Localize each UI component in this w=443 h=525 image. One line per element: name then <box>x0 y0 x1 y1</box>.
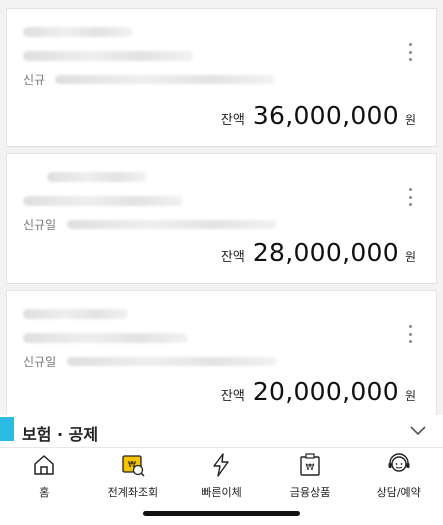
chevron-down-icon[interactable] <box>409 423 427 437</box>
currency-unit: 원 <box>404 250 416 264</box>
all-accounts-icon: ₩ <box>122 455 145 477</box>
currency-unit: 원 <box>404 113 416 127</box>
redacted-open-date <box>67 357 277 366</box>
home-icon <box>34 455 55 475</box>
lightning-icon <box>213 453 230 477</box>
more-options-icon[interactable] <box>402 323 418 345</box>
redacted-account-number <box>23 333 188 343</box>
section-accent-bar <box>0 417 14 441</box>
balance-amount: 20,000,000 <box>252 377 399 406</box>
tab-label: 금융상품 <box>289 486 331 499</box>
balance-label: 잔액 <box>220 389 245 404</box>
redacted-account-name <box>47 172 147 182</box>
redacted-account-name <box>23 27 133 37</box>
balance-row: 잔액 36,000,000 원 <box>221 101 416 130</box>
balance-amount: 36,000,000 <box>252 101 399 130</box>
redacted-open-date <box>67 220 277 229</box>
open-date-label: 신규 <box>23 73 46 87</box>
balance-row: 잔액 28,000,000 원 <box>221 238 416 267</box>
balance-label: 잔액 <box>220 113 245 128</box>
tab-home[interactable]: 홈 <box>0 448 88 525</box>
balance-label: 잔액 <box>220 250 245 265</box>
more-options-icon[interactable] <box>402 41 418 63</box>
tab-label: 홈 <box>39 486 50 499</box>
section-title: 보험 · 공제 <box>22 425 99 444</box>
home-indicator[interactable] <box>143 511 300 516</box>
redacted-account-number <box>23 51 193 61</box>
tab-label: 빠른이체 <box>201 486 242 499</box>
redacted-account-number <box>23 196 183 206</box>
svg-text:₩: ₩ <box>306 463 315 473</box>
account-card[interactable]: 신규일 잔액 20,000,000 원 <box>6 290 437 419</box>
redacted-account-name <box>23 309 128 319</box>
insurance-section-header[interactable]: 보험 · 공제 <box>0 415 443 448</box>
more-options-icon[interactable] <box>402 186 418 208</box>
screen: 신규 잔액 36,000,000 원 신규일 잔액 28,000,000 원 신… <box>0 0 443 525</box>
balance-amount: 28,000,000 <box>252 238 399 267</box>
open-date-label: 신규일 <box>23 218 57 232</box>
headset-icon <box>388 453 410 472</box>
account-list: 신규 잔액 36,000,000 원 신규일 잔액 28,000,000 원 신… <box>0 0 443 419</box>
redacted-open-date <box>55 75 275 84</box>
tab-consult-reservation[interactable]: 상담/예약 <box>355 448 443 525</box>
tab-label: 전계좌조회 <box>107 486 159 499</box>
tab-label: 상담/예약 <box>376 486 421 499</box>
account-card[interactable]: 신규일 잔액 28,000,000 원 <box>6 153 437 284</box>
balance-row: 잔액 20,000,000 원 <box>221 377 416 406</box>
account-card[interactable]: 신규 잔액 36,000,000 원 <box>6 8 437 147</box>
won-product-icon: ₩ <box>300 453 320 476</box>
currency-unit: 원 <box>404 389 416 403</box>
open-date-label: 신규일 <box>23 355 57 369</box>
